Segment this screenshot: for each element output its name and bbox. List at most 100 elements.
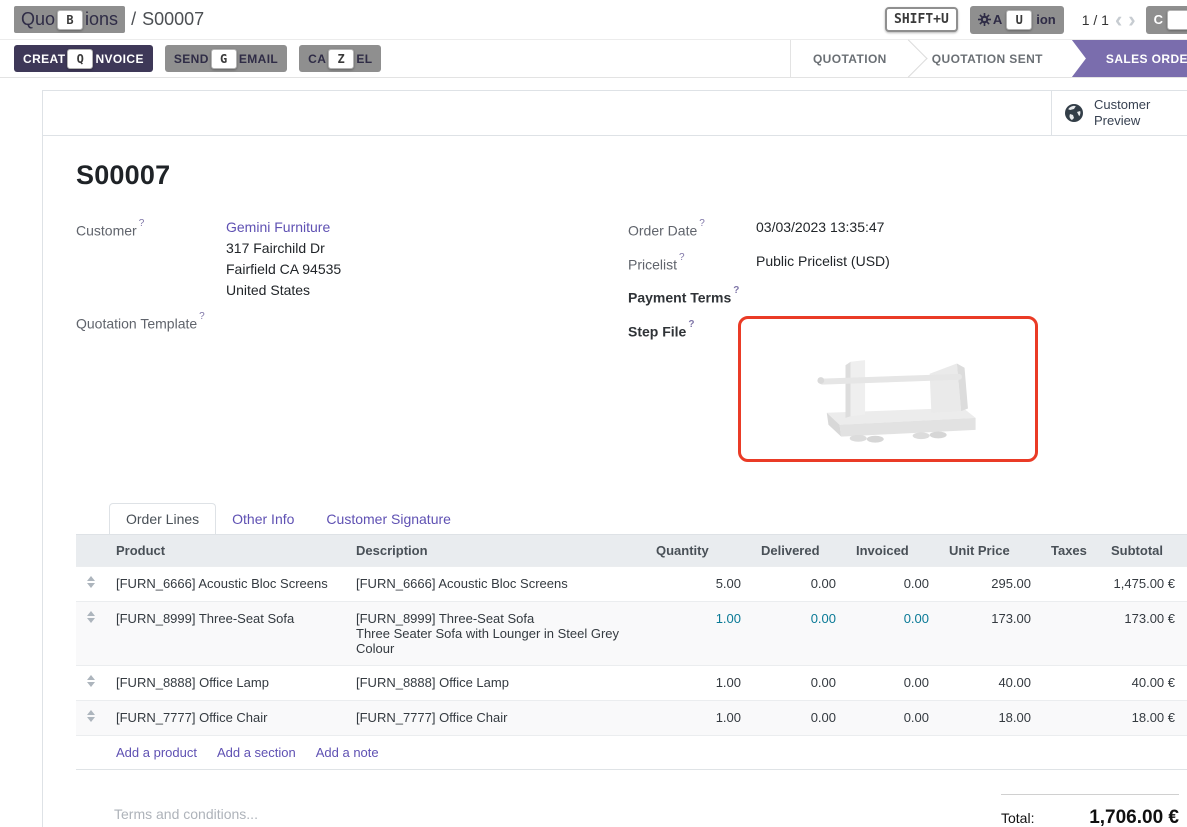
field-payment-terms: Payment Terms? [628, 284, 1187, 309]
key-hint-edge [1167, 10, 1187, 30]
step-file-3d-preview [763, 329, 1013, 449]
status-step-sales-order[interactable]: SALES ORDER [1072, 40, 1187, 77]
cell-taxes[interactable] [1041, 601, 1101, 665]
taxes-column-header[interactable]: Taxes [1041, 534, 1101, 566]
cell-subtotal[interactable]: 173.00 € [1101, 601, 1185, 665]
cell-invoiced[interactable]: 0.00 [846, 601, 939, 665]
field-group: Customer? Gemini Furniture 317 Fairchild… [76, 217, 1187, 471]
pager-value: 1 / 1 [1082, 12, 1109, 28]
cell-unit-price[interactable]: 18.00 [939, 700, 1041, 735]
cell-description[interactable]: [FURN_6666] Acoustic Bloc Screens [346, 566, 646, 601]
invoiced-column-header[interactable]: Invoiced [846, 534, 939, 566]
cell-unit-price[interactable]: 295.00 [939, 566, 1041, 601]
edge-cut-button[interactable]: C [1146, 6, 1187, 34]
action-label-pre: A [993, 12, 1002, 27]
field-quotation-template: Quotation Template? [76, 310, 628, 335]
terms-placeholder[interactable]: Terms and conditions... [114, 794, 258, 822]
drag-handle-icon[interactable] [76, 665, 106, 700]
field-order-date: Order Date? 03/03/2023 13:35:47 [628, 217, 1187, 242]
product-column-header[interactable]: Product [106, 534, 346, 566]
cell-product[interactable]: [FURN_7777] Office Chair [106, 700, 346, 735]
cell-product[interactable]: [FURN_8999] Three-Seat Sofa [106, 601, 346, 665]
address-line: Fairfield CA 94535 [226, 259, 341, 280]
unit-price-column-header[interactable]: Unit Price [939, 534, 1041, 566]
sheet-footer: Terms and conditions... Total: 1,706.00 … [76, 794, 1187, 827]
form-sheet: Customer Preview S00007 Customer? Gemini… [42, 90, 1187, 827]
drag-handle-icon[interactable] [76, 566, 106, 601]
cell-description[interactable]: [FURN_8999] Three-Seat Sofa Three Seater… [346, 601, 646, 665]
field-column-right: Order Date? 03/03/2023 13:35:47 Pricelis… [628, 217, 1187, 471]
cell-delivered[interactable]: 0.00 [751, 665, 846, 700]
cancel-button[interactable]: CAZEL [299, 45, 381, 72]
step-file-label: Step File? [628, 318, 756, 462]
cell-product[interactable]: [FURN_8888] Office Lamp [106, 665, 346, 700]
quotation-template-label: Quotation Template? [76, 310, 226, 335]
cell-description[interactable]: [FURN_8888] Office Lamp [346, 665, 646, 700]
customer-link[interactable]: Gemini Furniture [226, 217, 341, 238]
cell-delivered[interactable]: 0.00 [751, 601, 846, 665]
pricelist-value[interactable]: Public Pricelist (USD) [756, 251, 890, 276]
cell-subtotal[interactable]: 18.00 € [1101, 700, 1185, 735]
cell-product[interactable]: [FURN_6666] Acoustic Bloc Screens [106, 566, 346, 601]
address-line: United States [226, 280, 341, 301]
drag-handle-icon[interactable] [76, 601, 106, 665]
pricelist-label: Pricelist? [628, 251, 756, 276]
key-hint-b: B [57, 10, 83, 30]
tab-customer-signature[interactable]: Customer Signature [310, 504, 467, 534]
cell-delivered[interactable]: 0.00 [751, 700, 846, 735]
order-date-value[interactable]: 03/03/2023 13:35:47 [756, 217, 884, 242]
help-icon: ? [199, 311, 205, 322]
step-file-attention-box[interactable] [738, 316, 1038, 462]
add-a-section-link[interactable]: Add a section [217, 745, 296, 760]
create-invoice-button[interactable]: CREATQNVOICE [14, 45, 153, 72]
subtotal-column-header[interactable]: Subtotal [1101, 534, 1185, 566]
drag-handle-icon[interactable] [76, 700, 106, 735]
sheet-body: S00007 Customer? Gemini Furniture 317 Fa… [43, 136, 1187, 827]
add-a-product-link[interactable]: Add a product [116, 745, 197, 760]
cancel-pre: CA [308, 52, 326, 66]
cell-subtotal[interactable]: 40.00 € [1101, 665, 1185, 700]
cell-taxes[interactable] [1041, 566, 1101, 601]
cell-quantity[interactable]: 1.00 [646, 601, 751, 665]
tab-other-info[interactable]: Other Info [216, 504, 310, 534]
order-lines-table: Product Description Quantity Delivered I… [76, 534, 1187, 770]
cell-quantity[interactable]: 5.00 [646, 566, 751, 601]
breadcrumb-parent-post: ions [85, 9, 118, 30]
cell-description[interactable]: [FURN_7777] Office Chair [346, 700, 646, 735]
cell-delivered[interactable]: 0.00 [751, 566, 846, 601]
totals-block: Total: 1,706.00 € [1001, 794, 1179, 827]
action-menu-button[interactable]: AUion [970, 6, 1064, 34]
description-column-header[interactable]: Description [346, 534, 646, 566]
chevron-right-icon[interactable]: › [1128, 10, 1135, 30]
cell-taxes[interactable] [1041, 665, 1101, 700]
control-panel-top: QuoBions / S00007 SHIFT+U AUion 1 / 1 ‹ … [0, 0, 1187, 40]
cell-invoiced[interactable]: 0.00 [846, 700, 939, 735]
send-email-pre: SEND [174, 52, 209, 66]
breadcrumb-quotations[interactable]: QuoBions [14, 6, 125, 33]
delivered-column-header[interactable]: Delivered [751, 534, 846, 566]
status-step-quotation-sent[interactable]: QUOTATION SENT [910, 40, 1065, 77]
add-a-note-link[interactable]: Add a note [316, 745, 379, 760]
top-right-controls: SHIFT+U AUion 1 / 1 ‹ › C [883, 6, 1187, 34]
table-header-row: Product Description Quantity Delivered I… [76, 534, 1187, 566]
breadcrumb-parent-pre: Quo [21, 9, 55, 30]
cell-unit-price[interactable]: 173.00 [939, 601, 1041, 665]
cell-invoiced[interactable]: 0.00 [846, 665, 939, 700]
quantity-column-header[interactable]: Quantity [646, 534, 751, 566]
cell-subtotal[interactable]: 1,475.00 € [1101, 566, 1185, 601]
send-email-button[interactable]: SENDGEMAIL [165, 45, 287, 72]
button-box: Customer Preview [43, 91, 1187, 136]
tabs: Order LinesOther InfoCustomer Signature [109, 501, 1187, 534]
cell-unit-price[interactable]: 40.00 [939, 665, 1041, 700]
send-email-post: EMAIL [239, 52, 278, 66]
tab-order-lines[interactable]: Order Lines [109, 503, 216, 534]
cell-taxes[interactable] [1041, 700, 1101, 735]
key-hint-u: U [1006, 10, 1032, 30]
cell-quantity[interactable]: 1.00 [646, 665, 751, 700]
chevron-left-icon[interactable]: ‹ [1115, 10, 1122, 30]
cell-invoiced[interactable]: 0.00 [846, 566, 939, 601]
order-date-label: Order Date? [628, 217, 756, 242]
customer-preview-button[interactable]: Customer Preview [1051, 91, 1187, 135]
cell-quantity[interactable]: 1.00 [646, 700, 751, 735]
payment-terms-label: Payment Terms? [628, 284, 756, 309]
